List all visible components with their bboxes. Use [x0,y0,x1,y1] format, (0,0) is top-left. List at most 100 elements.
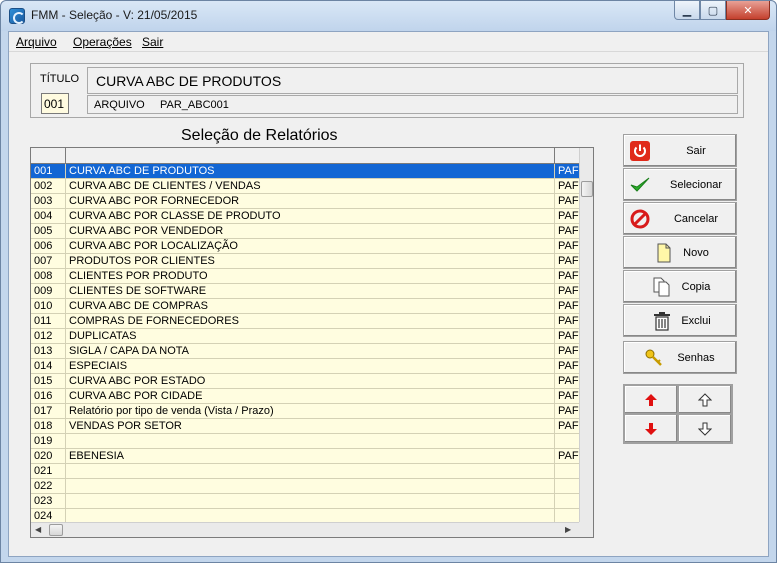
table-row[interactable]: 019 [31,434,579,449]
table-row[interactable]: 018 VENDAS POR SETOR PAF [31,419,579,434]
cell-file: PAF [558,285,579,297]
cell-name: COMPRAS DE FORNECEDORES [66,314,555,329]
titulo-value: CURVA ABC DE PRODUTOS [87,67,738,94]
cell-code: 015 [31,374,66,389]
cell-name: CURVA ABC DE COMPRAS [66,299,555,314]
title-bar[interactable]: FMM - Seleção - V: 21/05/2015 ▁ ▢ ✕ [1,1,776,31]
cell-code: 018 [31,419,66,434]
table-row[interactable]: 015 CURVA ABC POR ESTADO PAF [31,374,579,389]
cell-file: PAF [558,405,579,417]
cell-name: VENDAS POR SETOR [66,419,555,434]
move-up-button[interactable] [624,385,678,414]
cancelar-label: Cancelar [673,212,719,225]
senhas-label: Senhas [677,351,715,364]
table-row[interactable]: 010 CURVA ABC DE COMPRAS PAF [31,299,579,314]
table-row[interactable]: 007 PRODUTOS POR CLIENTES PAF [31,254,579,269]
table-row[interactable]: 008 CLIENTES POR PRODUTO PAF [31,269,579,284]
cell-name: CURVA ABC POR VENDEDOR [66,224,555,239]
scroll-right-icon[interactable]: ▶ [565,525,571,534]
cell-name: SIGLA / CAPA DA NOTA [66,344,555,359]
cell-name [66,434,555,449]
table-row[interactable]: 013 SIGLA / CAPA DA NOTA PAF [31,344,579,359]
cell-code: 014 [31,359,66,374]
table-row[interactable]: 006 CURVA ABC POR LOCALIZAÇÃO PAF [31,239,579,254]
scroll-corner [579,522,593,537]
table-row[interactable]: 003 CURVA ABC POR FORNECEDOR PAF [31,194,579,209]
cell-file: PAF [558,330,579,342]
selecionar-label: Selecionar [670,178,722,191]
titulo-code-field[interactable]: 001 [41,93,69,114]
cancelar-button[interactable]: Cancelar [623,202,737,235]
close-button[interactable]: ✕ [726,1,770,20]
table-row[interactable]: 020 EBENESIA PAF [31,449,579,464]
cell-code: 020 [31,449,66,464]
grid-header-code[interactable] [31,148,66,164]
app-icon[interactable] [9,8,25,24]
vertical-scrollbar[interactable] [579,148,593,522]
red-arrow-up-icon [645,393,657,406]
novo-button[interactable]: Novo [623,236,737,269]
cell-code: 013 [31,344,66,359]
table-row[interactable]: 014 ESPECIAIS PAF [31,359,579,374]
cell-code: 003 [31,194,66,209]
cell-code: 001 [31,164,66,179]
cell-name: Relatório por tipo de venda (Vista / Pra… [66,404,555,419]
cell-name: CLIENTES POR PRODUTO [66,269,555,284]
menu-arquivo[interactable]: Arquivo [16,35,57,49]
vertical-scroll-thumb[interactable] [581,181,593,197]
table-row[interactable]: 017 Relatório por tipo de venda (Vista / … [31,404,579,419]
scroll-left-icon[interactable]: ◀ [35,525,41,534]
cell-code: 022 [31,479,66,494]
cell-name: CLIENTES DE SOFTWARE [66,284,555,299]
outline-arrow-up-icon [698,392,712,406]
copia-button[interactable]: Copia [623,270,737,303]
page-up-button[interactable] [678,385,732,414]
move-down-button[interactable] [624,414,678,443]
horizontal-scrollbar[interactable]: ◀ ▶ [31,522,579,537]
minimize-button[interactable]: ▁ [674,1,700,20]
outline-arrow-down-icon [698,422,712,436]
cell-name: EBENESIA [66,449,555,464]
cell-file: PAF [558,195,579,207]
menu-operacoes-label: Operações [73,35,132,49]
cell-file: PAF [558,255,579,267]
table-row[interactable]: 022 [31,479,579,494]
menu-operacoes[interactable]: Operações [73,35,132,49]
table-row[interactable]: 005 CURVA ABC POR VENDEDOR PAF [31,224,579,239]
table-row[interactable]: 009 CLIENTES DE SOFTWARE PAF [31,284,579,299]
table-row[interactable]: 004 CURVA ABC POR CLASSE DE PRODUTO PAF [31,209,579,224]
cell-code: 007 [31,254,66,269]
cell-name: CURVA ABC POR CIDADE [66,389,555,404]
grid-header-name[interactable] [66,148,555,164]
menu-sair[interactable]: Sair [142,35,163,49]
cell-file [555,479,579,494]
cell-file: PAF [558,270,579,282]
table-row[interactable]: 016 CURVA ABC POR CIDADE PAF [31,389,579,404]
menu-sair-label: Sair [142,35,164,49]
cell-name [66,464,555,479]
cell-file: PAF [558,210,579,222]
page-down-button[interactable] [678,414,732,443]
table-row[interactable]: 023 [31,494,579,509]
table-row[interactable]: 001 CURVA ABC DE PRODUTOS PAF [31,164,579,179]
table-row[interactable]: 012 DUPLICATAS PAF [31,329,579,344]
exclui-button[interactable]: Exclui [623,304,737,337]
cell-file [555,494,579,509]
table-row[interactable]: 021 [31,464,579,479]
report-grid[interactable]: 001 CURVA ABC DE PRODUTOS PAF 002 CURVA ABC … [30,147,594,538]
selecionar-button[interactable]: Selecionar [623,168,737,201]
cell-code: 021 [31,464,66,479]
cell-file [555,434,579,449]
cell-file: PAF [558,240,579,252]
maximize-button[interactable]: ▢ [700,1,726,20]
table-row[interactable]: 002 CURVA ABC DE CLIENTES / VENDAS PAF [31,179,579,194]
sair-button[interactable]: Sair [623,134,737,167]
table-row[interactable]: 011 COMPRAS DE FORNECEDORES PAF [31,314,579,329]
cell-name: CURVA ABC DE CLIENTES / VENDAS [66,179,555,194]
cell-file [555,464,579,479]
cell-code: 011 [31,314,66,329]
horizontal-scroll-thumb[interactable] [49,524,63,536]
grid-header-file[interactable] [555,148,579,164]
cell-name [66,494,555,509]
senhas-button[interactable]: Senhas [623,341,737,374]
